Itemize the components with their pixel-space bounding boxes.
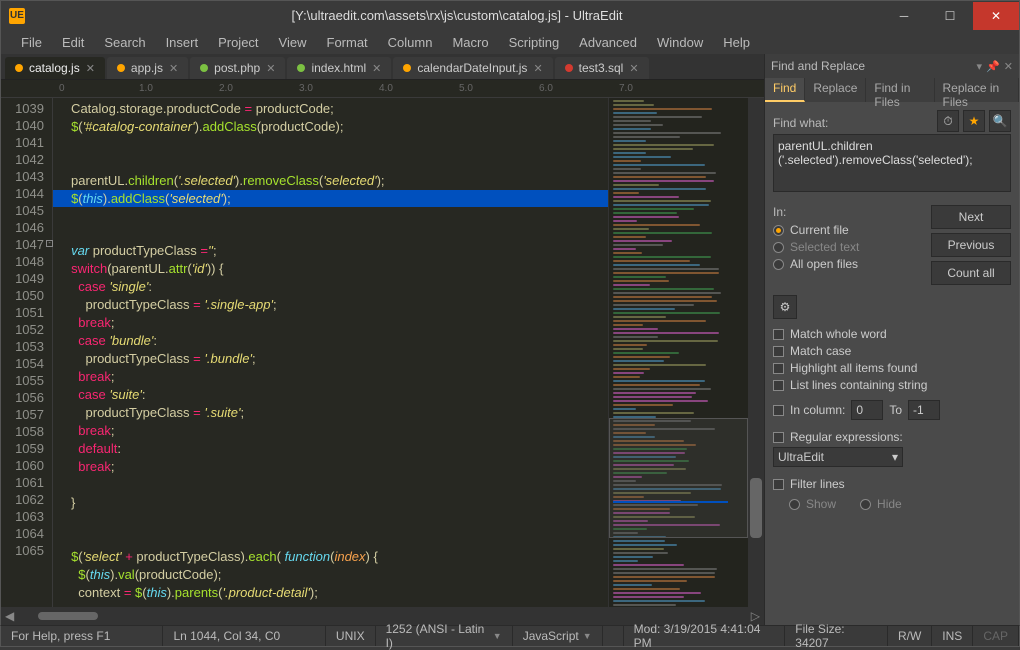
file-tab[interactable]: post.php✕ [190,57,285,79]
close-icon[interactable]: ✕ [169,62,178,75]
radio-all-open[interactable]: All open files [773,257,923,271]
tab-status-icon [565,64,573,72]
status-ins[interactable]: INS [932,626,973,646]
status-encoding[interactable]: 1252 (ANSI - Latin I)▼ [376,626,513,646]
scroll-thumb[interactable] [38,612,98,620]
file-tab[interactable]: app.js✕ [107,57,188,79]
ruler: 0 1.0 2.0 3.0 4.0 5.0 6.0 7.0 [1,80,764,98]
tab-status-icon [297,64,305,72]
close-button[interactable]: ✕ [973,2,1019,30]
minimap-viewport[interactable] [609,418,748,538]
code-editor[interactable]: Catalog.storage.productCode = productCod… [53,98,608,607]
panel-tabs: Find Replace Find in Files Replace in Fi… [765,78,1019,102]
status-modified: Mod: 3/19/2015 4:41:04 PM [624,626,786,646]
fold-icon[interactable]: - [46,240,53,247]
menu-scripting[interactable]: Scripting [499,32,570,53]
history-icon[interactable]: ⏱ [937,110,959,132]
menu-advanced[interactable]: Advanced [569,32,647,53]
column-from-input[interactable] [851,400,883,420]
tab-status-icon [117,64,125,72]
minimize-button[interactable]: ─ [881,2,927,30]
line-gutter: 103910401041104210431044104510461047-104… [1,98,53,607]
check-list-lines[interactable]: List lines containing string [773,378,1011,392]
menu-view[interactable]: View [269,32,317,53]
tab-status-icon [200,64,208,72]
close-icon[interactable]: ✕ [86,62,95,75]
status-lineend[interactable]: UNIX [326,626,376,646]
editor-area: catalog.js✕app.js✕post.php✕index.html✕ca… [1,54,764,625]
file-tab[interactable]: index.html✕ [287,57,391,79]
find-replace-panel: Find and Replace ▾ 📌 ✕ Find Replace Find… [764,54,1019,625]
file-tab[interactable]: test3.sql✕ [555,57,649,79]
maximize-button[interactable]: ☐ [927,2,973,30]
status-rw[interactable]: R/W [888,626,932,646]
menubar: File Edit Search Insert Project View For… [0,30,1020,54]
status-help: For Help, press F1 [1,626,163,646]
radio-filter-show[interactable]: Show [789,497,836,511]
status-language[interactable]: JavaScript▼ [513,626,603,646]
menu-search[interactable]: Search [94,32,155,53]
menu-format[interactable]: Format [317,32,378,53]
menu-window[interactable]: Window [647,32,713,53]
menu-macro[interactable]: Macro [442,32,498,53]
previous-button[interactable]: Previous [931,233,1011,257]
favorite-icon[interactable]: ★ [963,110,985,132]
check-filter-lines[interactable]: Filter lines [773,477,1011,491]
window-title: [Y:\ultraedit.com\assets\rx\js\custom\ca… [33,8,881,23]
tab-replace[interactable]: Replace [805,78,866,102]
scroll-left-icon[interactable]: ◀ [1,607,18,625]
find-input[interactable] [773,134,1011,192]
panel-dropdown-icon[interactable]: ▾ [977,60,983,73]
check-match-case[interactable]: Match case [773,344,1011,358]
menu-project[interactable]: Project [208,32,268,53]
panel-pin-icon[interactable]: 📌 [986,60,1000,73]
find-what-label: Find what: [773,116,828,130]
status-filesize: File Size: 34207 [785,626,888,646]
vertical-scrollbar[interactable] [748,98,764,607]
column-to-input[interactable] [908,400,940,420]
radio-filter-hide[interactable]: Hide [860,497,902,511]
menu-file[interactable]: File [11,32,52,53]
tab-find-in-files[interactable]: Find in Files [866,78,934,102]
tab-status-icon [15,64,23,72]
close-icon[interactable]: ✕ [266,62,275,75]
check-regex[interactable]: Regular expressions: [773,430,1011,444]
tab-find[interactable]: Find [765,78,805,102]
menu-edit[interactable]: Edit [52,32,94,53]
menu-insert[interactable]: Insert [156,32,209,53]
file-tab[interactable]: catalog.js✕ [5,57,105,79]
titlebar: UE [Y:\ultraedit.com\assets\rx\js\custom… [0,0,1020,30]
check-highlight-all[interactable]: Highlight all items found [773,361,1011,375]
radio-current-file[interactable]: Current file [773,223,923,237]
statusbar: For Help, press F1 Ln 1044, Col 34, C0 U… [0,625,1020,647]
next-button[interactable]: Next [931,205,1011,229]
close-icon[interactable]: ✕ [629,62,638,75]
close-icon[interactable]: ✕ [533,62,542,75]
panel-close-icon[interactable]: ✕ [1004,60,1013,73]
app-icon: UE [9,8,25,24]
in-column-label: In column: [790,403,845,417]
close-icon[interactable]: ✕ [372,62,381,75]
radio-selected-text[interactable]: Selected text [773,240,923,254]
minimap[interactable] [608,98,748,607]
menu-help[interactable]: Help [713,32,760,53]
file-tab[interactable]: calendarDateInput.js✕ [393,57,552,79]
tab-status-icon [403,64,411,72]
scroll-thumb[interactable] [750,478,762,538]
status-cap: CAP [973,626,1019,646]
status-position: Ln 1044, Col 34, C0 [163,626,325,646]
tab-bar: catalog.js✕app.js✕post.php✕index.html✕ca… [1,54,764,80]
regex-helper-icon[interactable]: 🔍 [989,110,1011,132]
in-label: In: [773,205,923,219]
tab-replace-in-files[interactable]: Replace in Files [935,78,1019,102]
check-whole-word[interactable]: Match whole word [773,327,1011,341]
panel-title: Find and Replace ▾ 📌 ✕ [765,54,1019,78]
menu-column[interactable]: Column [378,32,443,53]
gear-icon[interactable]: ⚙ [773,295,797,319]
count-all-button[interactable]: Count all [931,261,1011,285]
horizontal-scrollbar[interactable] [18,610,747,622]
regex-engine-select[interactable]: UltraEdit▾ [773,447,903,467]
